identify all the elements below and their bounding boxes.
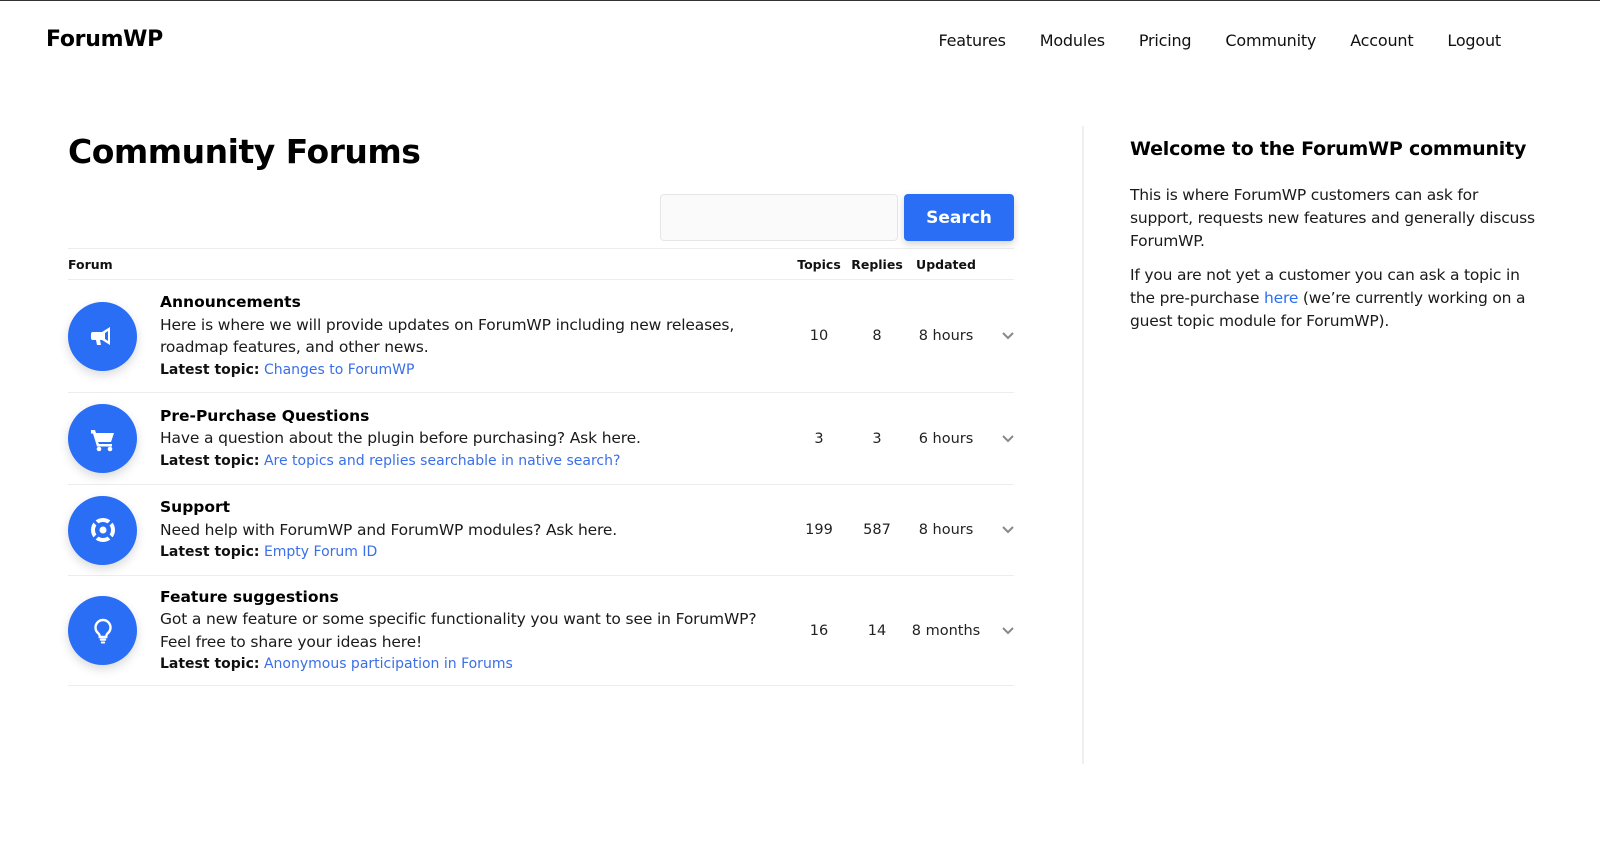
forum-row: Announcements Here is where we will prov… <box>68 280 1014 393</box>
latest-topic: Latest topic: Empty Forum ID <box>160 541 790 564</box>
expand-toggle[interactable] <box>986 432 1014 446</box>
forum-description: Got a new feature or some specific funct… <box>160 610 757 651</box>
nav-community[interactable]: Community <box>1225 31 1316 50</box>
forum-description: Here is where we will provide updates on… <box>160 315 735 357</box>
latest-topic-label: Latest topic: <box>160 361 260 378</box>
column-header-replies: Replies <box>851 256 903 272</box>
forum-title[interactable]: Feature suggestions <box>160 588 339 606</box>
replies-count: 8 <box>872 328 882 344</box>
topics-count: 16 <box>809 622 829 639</box>
nav-modules[interactable]: Modules <box>1040 31 1105 50</box>
topics-count: 3 <box>814 430 824 447</box>
sidebar-divider <box>1082 126 1084 764</box>
latest-topic: Latest topic: Are topics and replies sea… <box>160 450 790 473</box>
topics-count: 199 <box>805 522 833 538</box>
latest-topic-label: Latest topic: <box>160 544 260 561</box>
topics-count: 10 <box>809 328 829 344</box>
chevron-down-icon <box>1002 526 1014 534</box>
forum-icon-badge[interactable] <box>68 495 137 565</box>
page-title: Community Forums <box>68 132 421 171</box>
lightbulb-icon <box>93 618 112 643</box>
nav-logout[interactable]: Logout <box>1447 31 1501 50</box>
updated-time: 8 hours <box>918 522 974 538</box>
nav-account[interactable]: Account <box>1350 31 1413 50</box>
forum-row: Support Need help with ForumWP and Forum… <box>68 485 1014 576</box>
main-nav: Features Modules Pricing Community Accou… <box>905 31 1502 50</box>
forum-row: Feature suggestions Got a new feature or… <box>68 576 1014 686</box>
forum-description: Need help with ForumWP and ForumWP modul… <box>160 520 618 539</box>
latest-topic-label: Latest topic: <box>160 656 260 672</box>
forum-description: Have a question about the plugin before … <box>160 429 641 448</box>
sidebar: Welcome to the ForumWP community This is… <box>1130 138 1540 344</box>
replies-count: 587 <box>863 522 891 538</box>
forum-title[interactable]: Support <box>160 498 230 516</box>
site-header: ForumWP Features Modules Pricing Communi… <box>0 1 1600 81</box>
latest-topic: Latest topic: Anonymous participation in… <box>160 653 790 676</box>
search-bar: Search <box>68 194 1014 248</box>
forum-title[interactable]: Pre-Purchase Questions <box>160 407 369 425</box>
prepurchase-here-link[interactable]: here <box>1264 289 1298 307</box>
megaphone-icon <box>90 327 110 345</box>
column-header-topics: Topics <box>797 256 841 272</box>
shopping-cart-icon <box>90 429 114 451</box>
forum-table-header: Forum Topics Replies Updated <box>68 248 1014 280</box>
forums-main: Community Forums Search Forum Topics Rep… <box>68 126 1014 686</box>
sidebar-intro: This is where ForumWP customers can ask … <box>1130 186 1535 250</box>
sidebar-title: Welcome to the ForumWP community <box>1130 138 1527 160</box>
forum-icon-badge[interactable] <box>68 404 137 473</box>
forum-icon-badge[interactable] <box>68 596 137 665</box>
latest-topic-link[interactable]: Changes to ForumWP <box>264 362 415 378</box>
column-header-forum: Forum <box>68 256 113 272</box>
site-logo[interactable]: ForumWP <box>46 27 163 52</box>
forum-icon-badge[interactable] <box>68 301 137 371</box>
search-input[interactable] <box>660 194 898 241</box>
latest-topic: Latest topic: Changes to ForumWP <box>160 359 790 382</box>
updated-time: 6 hours <box>918 430 974 447</box>
sidebar-prepurchase-note: If you are not yet a customer you can as… <box>1130 264 1540 333</box>
chevron-down-icon <box>1002 626 1014 634</box>
nav-pricing[interactable]: Pricing <box>1139 31 1192 50</box>
column-header-updated: Updated <box>916 256 976 272</box>
latest-topic-link[interactable]: Are topics and replies searchable in nat… <box>264 453 621 469</box>
expand-toggle[interactable] <box>986 329 1014 343</box>
replies-count: 14 <box>867 622 887 639</box>
replies-count: 3 <box>872 430 882 447</box>
life-ring-icon <box>90 518 115 542</box>
latest-topic-label: Latest topic: <box>160 452 260 469</box>
latest-topic-link[interactable]: Anonymous participation in Forums <box>264 656 513 672</box>
updated-time: 8 hours <box>918 328 974 344</box>
expand-toggle[interactable] <box>986 523 1014 537</box>
chevron-down-icon <box>1002 434 1014 442</box>
expand-toggle[interactable] <box>986 624 1014 638</box>
search-button[interactable]: Search <box>904 194 1014 241</box>
updated-time: 8 months <box>911 622 981 639</box>
nav-features[interactable]: Features <box>939 31 1006 50</box>
latest-topic-link[interactable]: Empty Forum ID <box>264 544 377 560</box>
forum-row: Pre-Purchase Questions Have a question a… <box>68 393 1014 485</box>
chevron-down-icon <box>1002 332 1014 340</box>
forum-title[interactable]: Announcements <box>160 293 301 311</box>
